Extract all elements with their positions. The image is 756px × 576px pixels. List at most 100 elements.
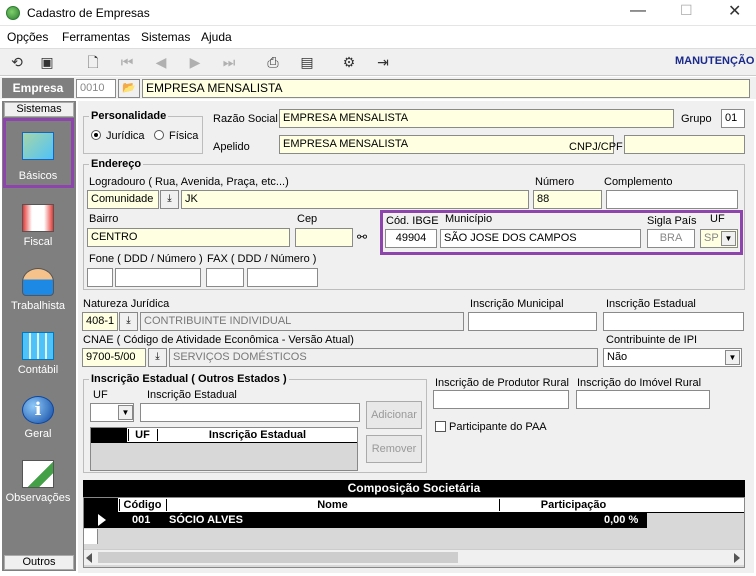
- prev-record-icon[interactable]: ◀: [150, 52, 172, 72]
- notepad-pencil-icon: [22, 460, 54, 488]
- fone-numero-field[interactable]: [115, 268, 201, 287]
- grupo-field[interactable]: 01: [721, 109, 745, 128]
- menu-opcoes[interactable]: Opções: [7, 30, 48, 44]
- sidebar-item-trabalhista[interactable]: Trabalhista: [4, 260, 72, 320]
- menu-ajuda[interactable]: Ajuda: [201, 30, 232, 44]
- ipi-label: Contribuinte de IPI: [606, 334, 698, 346]
- tools-icon[interactable]: ⚙: [338, 52, 360, 72]
- radio-juridica[interactable]: [91, 130, 101, 140]
- socios-col-participacao: Participação: [499, 499, 647, 511]
- menu-sistemas[interactable]: Sistemas: [141, 30, 190, 44]
- sidebar-top-tab[interactable]: Sistemas: [4, 102, 74, 117]
- cnae-lookup-button[interactable]: ⤓: [148, 348, 167, 367]
- cnpj-label: CNPJ/CPF: [569, 141, 623, 153]
- outros-insc-label: Inscrição Estadual: [147, 389, 237, 401]
- table-row-white: [84, 529, 98, 544]
- exit-icon[interactable]: ⇥: [372, 52, 394, 72]
- radio-fisica-label: Física: [169, 130, 199, 142]
- inscricao-estadual-field[interactable]: [603, 312, 744, 331]
- sidebar-item-contabil[interactable]: Contábil: [4, 324, 72, 384]
- preview-icon[interactable]: 🗋: [82, 52, 104, 72]
- uf-dropdown-icon[interactable]: ▼: [721, 231, 736, 246]
- razao-field[interactable]: EMPRESA MENSALISTA: [279, 109, 674, 128]
- radio-fisica[interactable]: [154, 130, 164, 140]
- title-bar: Cadastro de Empresas — ☐ ✕: [0, 0, 756, 26]
- fax-numero-field[interactable]: [247, 268, 318, 287]
- natureza-lookup-button[interactable]: ⤓: [119, 312, 138, 331]
- scroll-left-icon[interactable]: [86, 553, 92, 563]
- sidebar-bottom-tab[interactable]: Outros: [4, 555, 74, 570]
- adicionar-button[interactable]: Adicionar: [366, 401, 422, 429]
- imovel-rural-field[interactable]: [576, 390, 710, 409]
- minimize-icon[interactable]: —: [630, 2, 646, 20]
- tipo-logradouro-field[interactable]: Comunidade: [87, 190, 159, 209]
- app-icon: [6, 6, 20, 20]
- print-icon[interactable]: ⎙: [262, 52, 284, 72]
- radio-juridica-label: Jurídica: [106, 130, 145, 142]
- inscricao-municipal-label: Inscrição Municipal: [470, 298, 564, 310]
- ledger-icon: [22, 204, 54, 232]
- save-icon[interactable]: ▣: [36, 52, 58, 72]
- natureza-desc-field: CONTRIBUINTE INDIVIDUAL: [140, 312, 464, 331]
- municipio-label: Município: [445, 213, 493, 225]
- row-participacao: 0,00 %: [604, 514, 639, 526]
- menu-bar: Opções Ferramentas Sistemas Ajuda: [0, 27, 756, 47]
- ipi-select[interactable]: Não: [603, 348, 742, 367]
- calculator-icon: [22, 332, 54, 360]
- print-config-icon[interactable]: ▤: [296, 52, 318, 72]
- row-codigo: 001: [132, 514, 151, 526]
- ipi-dropdown-icon[interactable]: ▼: [725, 350, 740, 365]
- scroll-right-icon[interactable]: [734, 553, 740, 563]
- outros-insc-field[interactable]: [140, 403, 360, 422]
- table-row[interactable]: 001 SÓCIO ALVES 0,00 %: [84, 513, 647, 528]
- radio-dot: [94, 133, 98, 137]
- binoculars-icon[interactable]: ⚯: [357, 230, 367, 244]
- paa-checkbox[interactable]: [435, 421, 446, 432]
- sidebar-item-observacoes[interactable]: Observações: [4, 452, 72, 512]
- sidebar-item-geral[interactable]: i Geral: [4, 388, 72, 448]
- logradouro-field[interactable]: JK: [181, 190, 529, 209]
- empresa-code-field[interactable]: 0010: [76, 79, 116, 98]
- empresa-label: Empresa: [2, 78, 74, 98]
- municipio-field[interactable]: SÃO JOSE DOS CAMPOS: [440, 229, 641, 248]
- numero-label: Número: [535, 176, 575, 188]
- natureza-code-field[interactable]: 408-1: [82, 312, 118, 331]
- bairro-field[interactable]: CENTRO: [87, 228, 290, 247]
- produtor-rural-field[interactable]: [433, 390, 569, 409]
- open-folder-icon[interactable]: 📂: [118, 79, 140, 98]
- cep-field[interactable]: [295, 228, 353, 247]
- first-record-icon[interactable]: ⏮: [116, 52, 138, 72]
- ibge-field[interactable]: 49904: [385, 229, 437, 248]
- close-icon[interactable]: ✕: [728, 1, 741, 21]
- fone-label: Fone ( DDD / Número ): [89, 253, 203, 265]
- undo-icon[interactable]: ⟲: [6, 52, 28, 72]
- grupo-label: Grupo: [681, 113, 712, 125]
- sigla-field[interactable]: BRA: [647, 229, 695, 248]
- socios-scrollbar[interactable]: [84, 549, 744, 565]
- socios-col-nome: Nome: [166, 499, 498, 511]
- inscricao-municipal-field[interactable]: [468, 312, 597, 331]
- cnpj-field[interactable]: [624, 135, 745, 154]
- complemento-field[interactable]: [606, 190, 738, 209]
- cnae-code-field[interactable]: 9700-5/00: [82, 348, 146, 367]
- scroll-thumb[interactable]: [98, 552, 458, 563]
- fone-ddd-field[interactable]: [87, 268, 113, 287]
- outros-uf-dropdown-icon[interactable]: ▼: [118, 405, 133, 420]
- menu-ferramentas[interactable]: Ferramentas: [62, 30, 130, 44]
- maximize-icon[interactable]: ☐: [680, 2, 693, 19]
- endereco-title: Endereço: [89, 158, 144, 170]
- numero-field[interactable]: 88: [533, 190, 602, 209]
- tipo-lookup-button[interactable]: ⤓: [160, 190, 179, 209]
- empresa-name-field[interactable]: EMPRESA MENSALISTA: [142, 79, 750, 98]
- apelido-field[interactable]: EMPRESA MENSALISTA: [279, 135, 614, 154]
- next-record-icon[interactable]: ▶: [184, 52, 206, 72]
- remover-button[interactable]: Remover: [366, 435, 422, 463]
- sidebar-item-fiscal[interactable]: Fiscal: [4, 196, 72, 256]
- personalidade-title: Personalidade: [89, 110, 169, 122]
- fax-ddd-field[interactable]: [206, 268, 244, 287]
- sidebar-item-basicos[interactable]: Básicos: [4, 124, 72, 184]
- fax-label: FAX ( DDD / Número ): [207, 253, 317, 265]
- last-record-icon[interactable]: ⏭: [218, 52, 240, 72]
- row-nome: SÓCIO ALVES: [169, 514, 243, 526]
- info-icon: i: [22, 396, 54, 424]
